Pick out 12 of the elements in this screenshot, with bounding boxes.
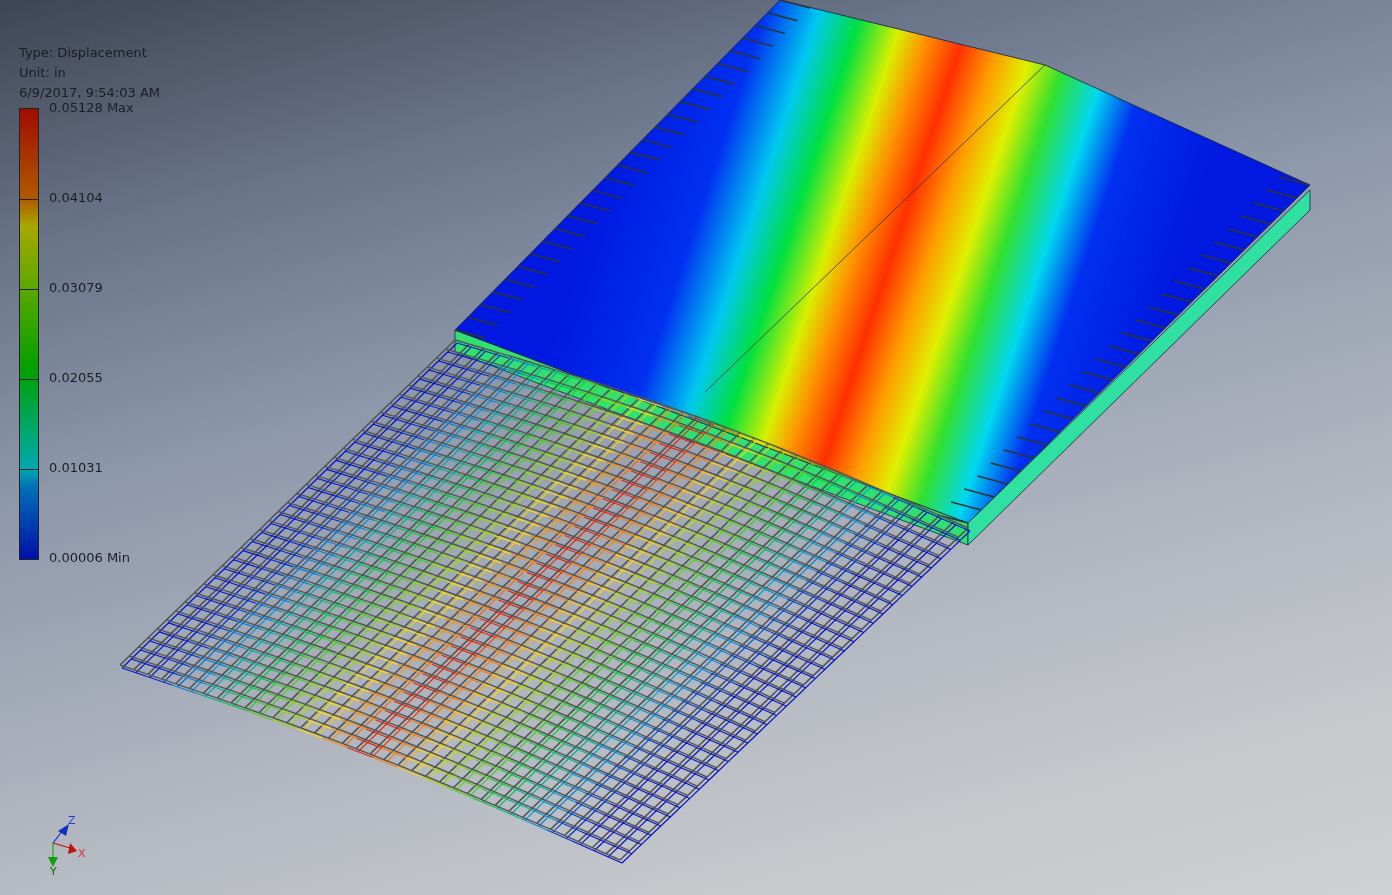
scale-value: 0.02055 [49, 369, 104, 387]
axis-label: X [78, 847, 86, 860]
result-type-label: Type: Displacement [19, 44, 148, 62]
scale-value: 0.04104 [49, 189, 104, 207]
scale-value: 0.03079 [49, 279, 104, 297]
scale-value: 0.05128 Max [49, 99, 134, 117]
scale-value: 0.01031 [49, 459, 104, 477]
axis-label: Y [50, 865, 57, 876]
axis-label: Z [68, 814, 76, 827]
scale-value: 0.00006 Min [49, 549, 131, 567]
unit-label: Unit: in [19, 64, 67, 82]
timestamp-label: 6/9/2017, 9:54:03 AM [19, 84, 160, 102]
